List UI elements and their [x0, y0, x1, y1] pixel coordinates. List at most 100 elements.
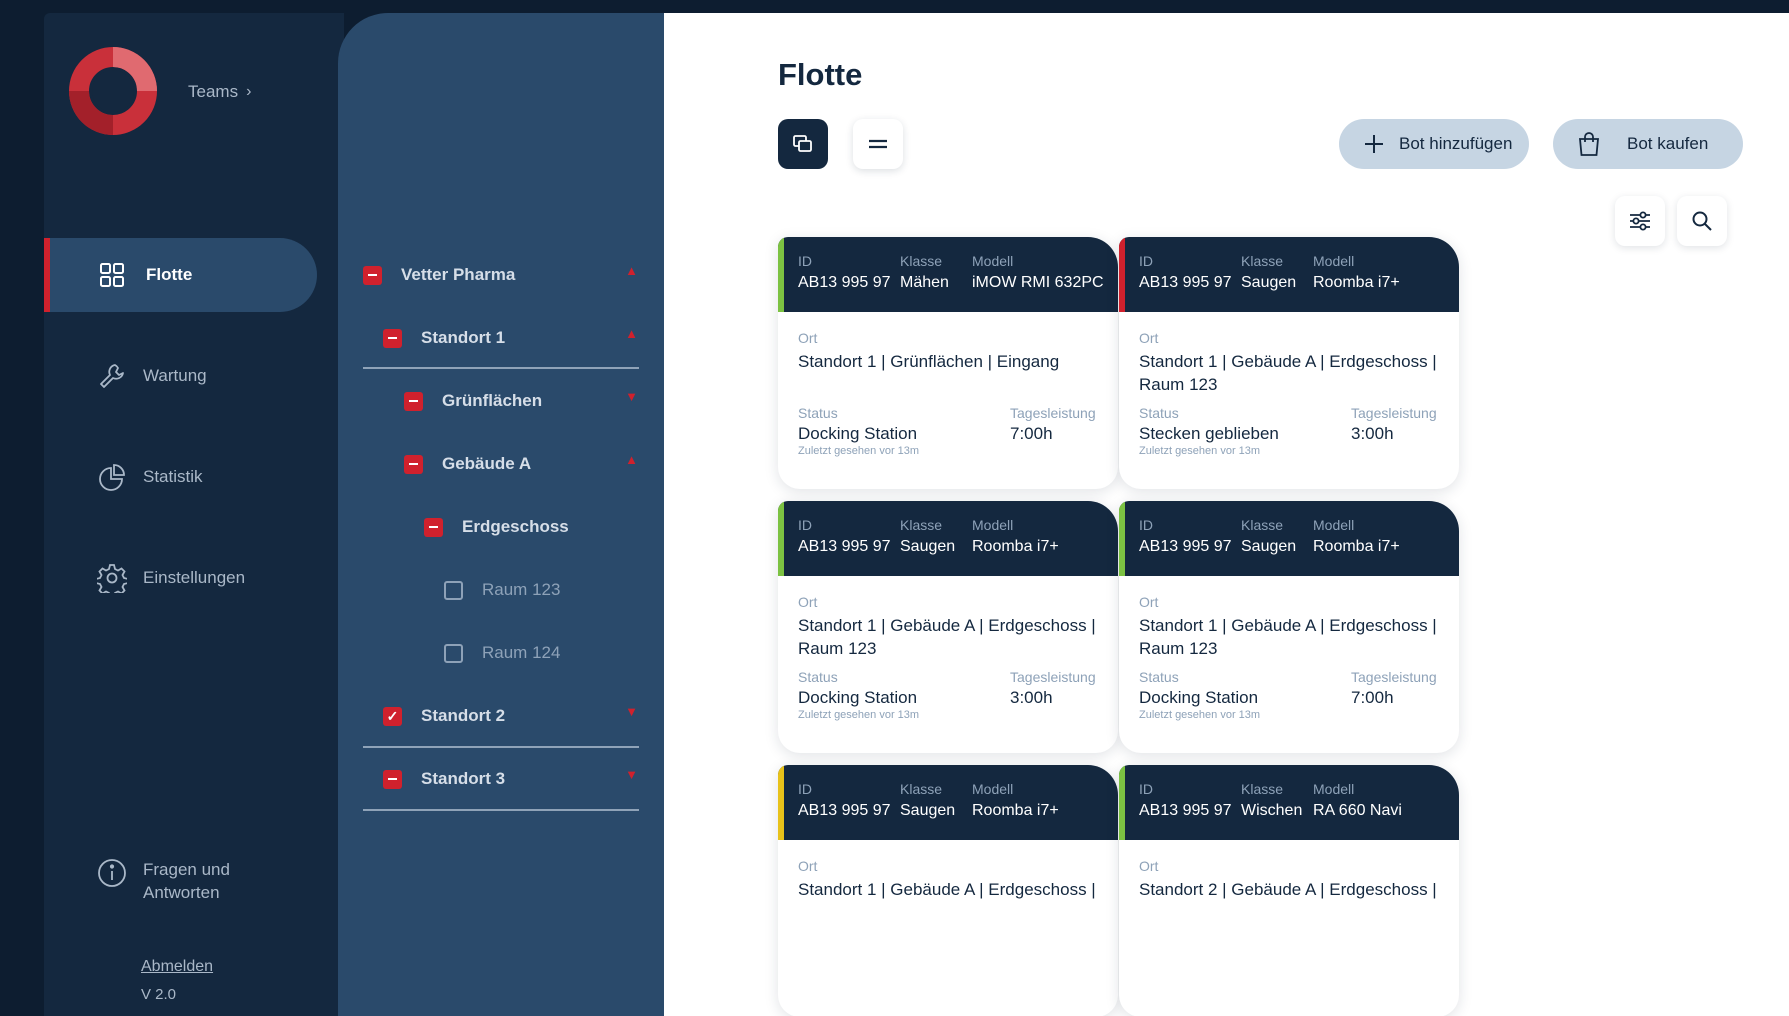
tree-item-gruenflaechen[interactable]: Grünflächen ▼: [338, 381, 638, 421]
tree-item-raum-123[interactable]: Raum 123: [338, 570, 638, 610]
nav-label: Einstellungen: [143, 568, 246, 587]
teams-link[interactable]: Teams ›: [188, 82, 251, 102]
tree-checkbox[interactable]: [444, 643, 463, 663]
nav-item-einstellungen[interactable]: Einstellungen: [44, 541, 317, 615]
status-label: Status: [1139, 405, 1179, 421]
bot-status: Stecken geblieben: [1139, 424, 1279, 443]
tree-checkbox[interactable]: [383, 328, 402, 348]
chevron-down-icon[interactable]: ▼: [625, 704, 638, 719]
tree-checkbox[interactable]: ✓: [383, 706, 402, 726]
bot-card[interactable]: ID AB13 995 97 Klasse Mähen Modell iMOW …: [778, 237, 1118, 489]
bot-id: AB13 995 97: [1139, 802, 1232, 819]
card-view-button[interactable]: [778, 119, 828, 169]
last-seen: Zuletzt gesehen vor 13m: [1139, 709, 1261, 721]
tree-item-standort-1[interactable]: Standort 1 ▲: [338, 318, 638, 358]
tree-item-standort-2[interactable]: ✓ Standort 2 ▼: [338, 696, 638, 736]
nav-label: Statistik: [143, 467, 203, 486]
tree-checkbox[interactable]: [404, 391, 423, 411]
id-label: ID: [1139, 517, 1153, 533]
bot-id: AB13 995 97: [798, 274, 891, 291]
bot-card-body: Ort Standort 1 | Gebäude A | Erdgeschoss…: [1119, 576, 1459, 721]
modell-label: Modell: [972, 517, 1014, 533]
klasse-column: Klasse Mähen: [900, 252, 960, 312]
nav-item-statistik[interactable]: Statistik: [44, 440, 317, 514]
tree-checkbox[interactable]: [363, 265, 382, 285]
faq-link[interactable]: Fragen und Antworten: [97, 858, 243, 904]
bot-card-header: ID AB13 995 97 Klasse Saugen Modell Room…: [778, 501, 1118, 576]
bot-card-body: Ort Standort 1 | Grünflächen | Eingang S…: [778, 312, 1118, 457]
status-row: Status Stecken geblieben Zuletzt gesehen…: [1139, 404, 1439, 457]
ort-label: Ort: [1139, 594, 1159, 610]
bot-card-body: Ort Standort 1 | Gebäude A | Erdgeschoss…: [778, 840, 1118, 932]
chevron-down-icon[interactable]: ▼: [625, 389, 638, 404]
bot-id: AB13 995 97: [798, 538, 891, 555]
modell-label: Modell: [972, 781, 1014, 797]
status-row: Status Docking Station Zuletzt gesehen v…: [1139, 668, 1439, 721]
bot-id: AB13 995 97: [1139, 538, 1232, 555]
klasse-column: Klasse Saugen: [1241, 252, 1301, 312]
bot-location: Standort 1 | Gebäude A | Erdgeschoss | R…: [798, 616, 1096, 658]
bot-card[interactable]: ID AB13 995 97 Klasse Saugen Modell Room…: [1119, 237, 1459, 489]
tree-item-vetter-pharma[interactable]: Vetter Pharma ▲: [338, 255, 638, 295]
bot-modell: Roomba i7+: [972, 538, 1059, 555]
nav-item-wartung[interactable]: Wartung: [44, 339, 317, 413]
modell-column: Modell RA 660 Navi: [1313, 780, 1402, 840]
location-tree-panel: Vetter Pharma ▲ Standort 1 ▲ Grünflächen…: [338, 13, 664, 1016]
klasse-column: Klasse Saugen: [900, 516, 960, 576]
bot-modell: iMOW RMI 632PC: [972, 274, 1104, 291]
company-logo[interactable]: [69, 47, 157, 135]
id-column: ID AB13 995 97: [1139, 252, 1232, 312]
tree-item-standort-3[interactable]: Standort 3 ▼: [338, 759, 638, 799]
shopping-bag-icon: [1579, 132, 1599, 156]
bot-tagesleistung: 7:00h: [1010, 424, 1053, 443]
bot-card[interactable]: ID AB13 995 97 Klasse Wischen Modell RA …: [1119, 765, 1459, 1016]
ort-label: Ort: [798, 594, 818, 610]
bot-klasse: Mähen: [900, 274, 949, 291]
buy-bot-button[interactable]: Bot kaufen: [1553, 119, 1743, 169]
id-label: ID: [798, 781, 812, 797]
bot-card-header: ID AB13 995 97 Klasse Saugen Modell Room…: [778, 765, 1118, 840]
bot-card[interactable]: ID AB13 995 97 Klasse Saugen Modell Room…: [778, 765, 1118, 1016]
cards-icon: [793, 135, 812, 152]
chevron-up-icon[interactable]: ▲: [625, 452, 638, 467]
tree-item-label: Raum 124: [482, 643, 561, 662]
bot-card-header: ID AB13 995 97 Klasse Mähen Modell iMOW …: [778, 237, 1118, 312]
nav-label: Wartung: [143, 366, 207, 385]
bot-card-body: Ort Standort 1 | Gebäude A | Erdgeschoss…: [778, 576, 1118, 721]
bot-tagesleistung: 7:00h: [1351, 688, 1394, 707]
tree-item-erdgeschoss[interactable]: Erdgeschoss: [338, 507, 638, 547]
bot-card-header: ID AB13 995 97 Klasse Saugen Modell Room…: [1119, 501, 1459, 576]
tree-checkbox[interactable]: [444, 580, 463, 600]
status-strip: [1119, 501, 1125, 576]
grid-icon: [97, 260, 127, 290]
logout-link[interactable]: Abmelden: [141, 958, 213, 976]
tree-divider: [363, 746, 639, 748]
status-row: Status Docking Station Zuletzt gesehen v…: [798, 668, 1098, 721]
bot-location: Standort 2 | Gebäude A | Erdgeschoss |: [1139, 880, 1437, 899]
ort-label: Ort: [798, 330, 818, 346]
bot-location: Standort 1 | Grünflächen | Eingang: [798, 352, 1060, 371]
tree-divider: [363, 367, 639, 369]
filter-button[interactable]: [1615, 196, 1665, 246]
chevron-up-icon[interactable]: ▲: [625, 263, 638, 278]
add-bot-button[interactable]: Bot hinzufügen: [1339, 119, 1529, 169]
bot-card[interactable]: ID AB13 995 97 Klasse Saugen Modell Room…: [1119, 501, 1459, 753]
tree-item-label: Gebäude A: [442, 454, 532, 473]
nav-item-flotte[interactable]: Flotte: [44, 238, 317, 312]
chevron-down-icon[interactable]: ▼: [625, 767, 638, 782]
tree-checkbox[interactable]: [404, 454, 423, 474]
bot-card[interactable]: ID AB13 995 97 Klasse Saugen Modell Room…: [778, 501, 1118, 753]
search-button[interactable]: [1677, 196, 1727, 246]
tree-checkbox[interactable]: [383, 769, 402, 789]
chevron-up-icon[interactable]: ▲: [625, 326, 638, 341]
tagesleistung-column: Tagesleistung 3:00h: [1351, 404, 1439, 457]
tree-checkbox[interactable]: [424, 517, 443, 537]
add-bot-label: Bot hinzufügen: [1399, 134, 1513, 153]
modell-column: Modell Roomba i7+: [1313, 252, 1400, 312]
tree-item-raum-124[interactable]: Raum 124: [338, 633, 638, 673]
tree-item-gebaeude-a[interactable]: Gebäude A ▲: [338, 444, 638, 484]
search-icon: [1692, 211, 1712, 231]
tree-item-label: Vetter Pharma: [401, 265, 516, 284]
id-column: ID AB13 995 97: [1139, 516, 1232, 576]
list-view-button[interactable]: [853, 119, 903, 169]
